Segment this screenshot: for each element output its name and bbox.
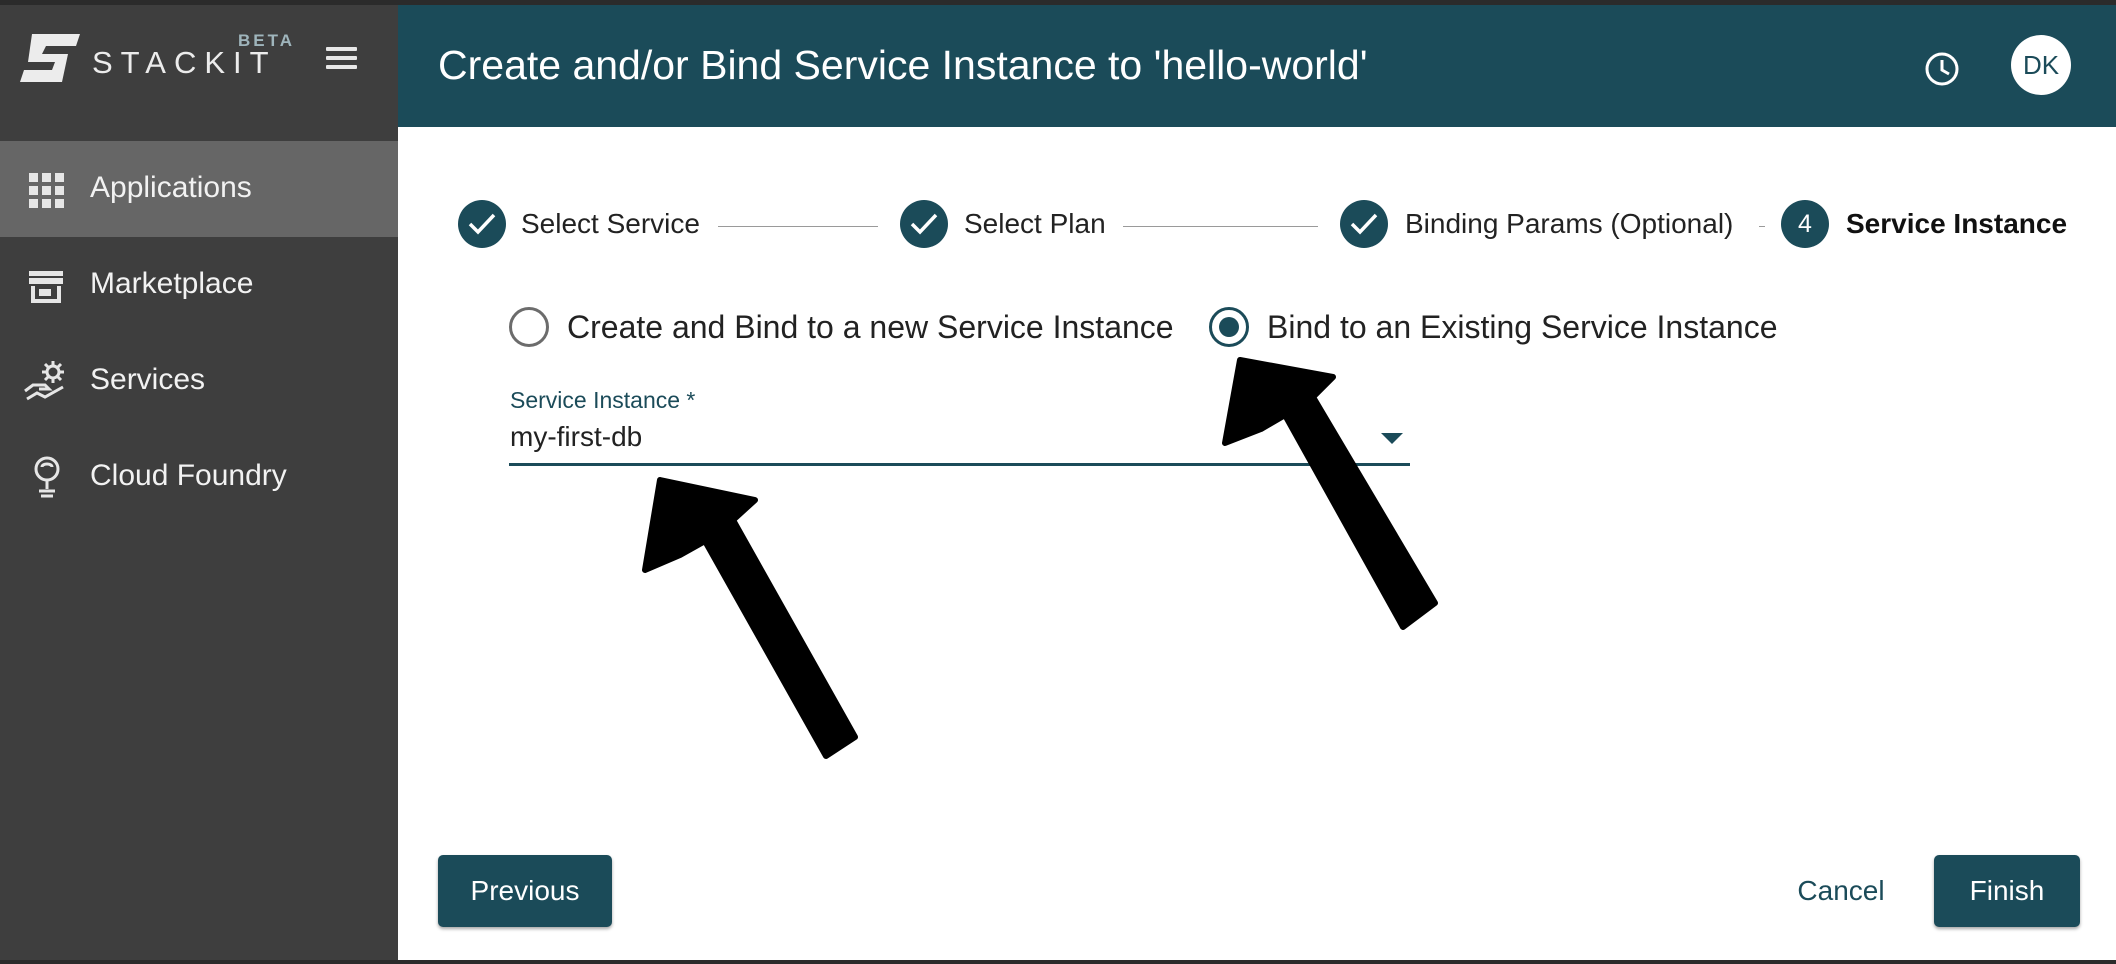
radio-create-new[interactable] bbox=[509, 307, 549, 347]
service-instance-value: my-first-db bbox=[510, 421, 643, 452]
previous-button[interactable]: Previous bbox=[438, 855, 612, 927]
page-header: Create and/or Bind Service Instance to '… bbox=[398, 5, 2116, 127]
cancel-button[interactable]: Cancel bbox=[1768, 855, 1914, 927]
sidebar-item-label: Services bbox=[90, 363, 206, 396]
sidebar-nav: Applications Marketplace Services Cloud … bbox=[0, 141, 398, 525]
annotation-arrow-right bbox=[1222, 357, 1438, 630]
step-connector bbox=[1759, 226, 1765, 227]
stepper: Select Service Select Plan Binding Param… bbox=[398, 195, 2116, 255]
store-icon bbox=[29, 271, 63, 303]
option-bind-existing[interactable]: Bind to an Existing Service Instance bbox=[1209, 303, 1778, 351]
option-create-new[interactable]: Create and Bind to a new Service Instanc… bbox=[509, 303, 1174, 351]
brand: STACKIT BETA bbox=[0, 5, 398, 141]
step-2-check-icon bbox=[900, 200, 948, 248]
step-4-number: 4 bbox=[1781, 200, 1829, 248]
sidebar-item-applications[interactable]: Applications bbox=[0, 141, 398, 237]
finish-button[interactable]: Finish bbox=[1934, 855, 2080, 927]
stackit-logo-icon bbox=[20, 34, 80, 82]
step-4-label: Service Instance bbox=[1846, 208, 2068, 239]
beta-badge: BETA bbox=[238, 31, 296, 50]
step-3-label: Binding Params (Optional) bbox=[1405, 208, 1734, 239]
annotation-arrow-left bbox=[642, 477, 858, 759]
service-gear-hand-icon bbox=[24, 361, 64, 401]
sidebar-item-marketplace[interactable]: Marketplace bbox=[0, 237, 398, 333]
avatar[interactable]: DK bbox=[2011, 35, 2071, 95]
step-3-check-icon bbox=[1340, 200, 1388, 248]
page-title: Create and/or Bind Service Instance to '… bbox=[438, 42, 1368, 88]
step-connector bbox=[1123, 226, 1318, 227]
step-2-label: Select Plan bbox=[964, 208, 1106, 239]
grid-icon bbox=[29, 173, 64, 208]
history-clock-icon[interactable] bbox=[1922, 49, 1962, 89]
option-bind-existing-label: Bind to an Existing Service Instance bbox=[1267, 308, 1778, 345]
step-1-label: Select Service bbox=[521, 208, 700, 239]
cloud-foundry-icon bbox=[34, 456, 60, 498]
sidebar-item-label: Marketplace bbox=[90, 267, 254, 300]
sidebar-item-services[interactable]: Services bbox=[0, 333, 398, 429]
sidebar: STACKIT BETA Applications Marketplace Se… bbox=[0, 5, 398, 960]
hamburger-menu-icon[interactable] bbox=[322, 43, 362, 77]
sidebar-item-label: Cloud Foundry bbox=[90, 459, 287, 492]
sidebar-item-label: Applications bbox=[90, 171, 252, 204]
radio-bind-existing[interactable] bbox=[1209, 307, 1249, 347]
app-window: STACKIT BETA Applications Marketplace Se… bbox=[0, 0, 2116, 964]
step-1-check-icon bbox=[458, 200, 506, 248]
option-create-new-label: Create and Bind to a new Service Instanc… bbox=[567, 308, 1174, 345]
service-instance-label: Service Instance * bbox=[510, 387, 696, 413]
sidebar-item-cloud-foundry[interactable]: Cloud Foundry bbox=[0, 429, 398, 525]
step-connector bbox=[718, 226, 878, 227]
